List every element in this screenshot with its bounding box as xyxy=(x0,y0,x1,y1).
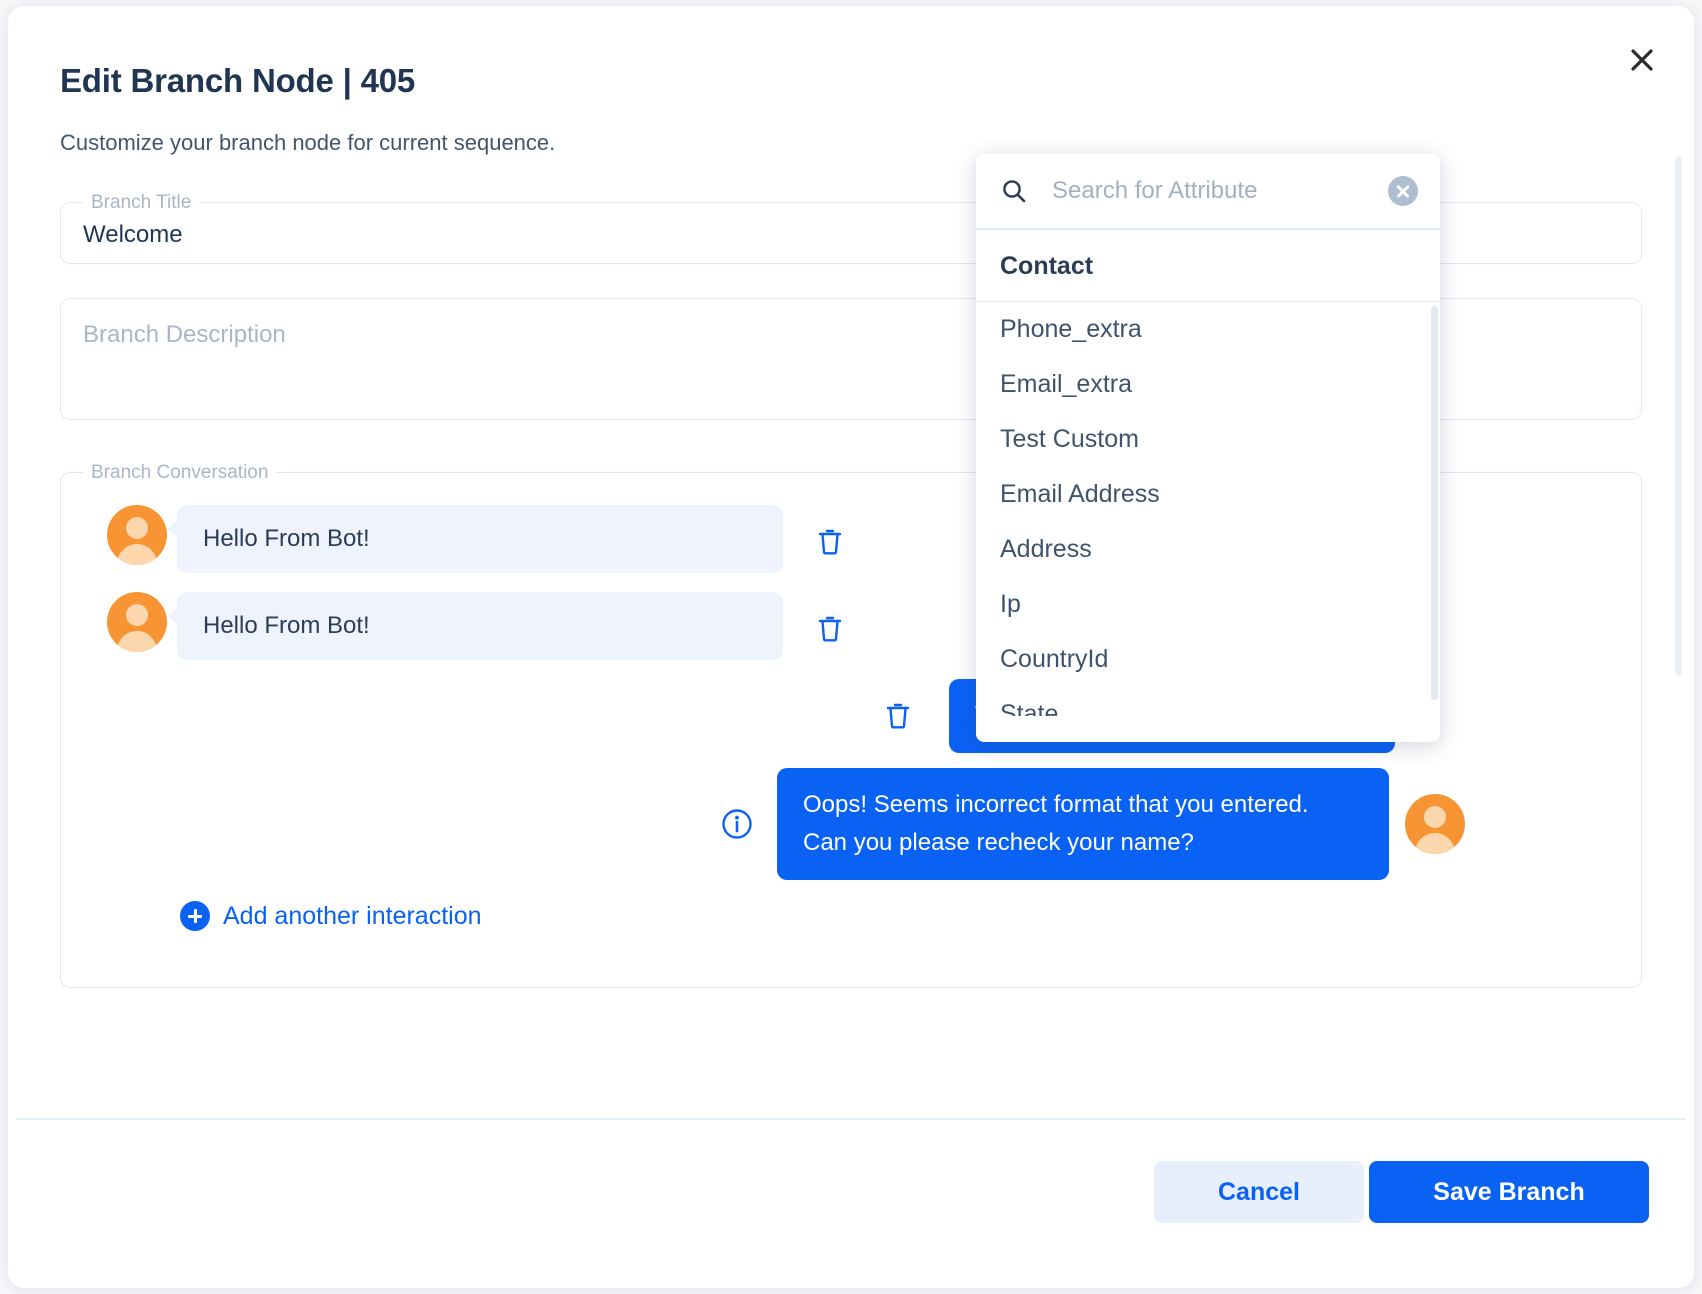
trash-icon xyxy=(886,703,910,729)
attribute-list-item[interactable]: State xyxy=(976,687,1440,716)
attribute-dropdown-panel: Contact Phone_extra Email_extra Test Cus… xyxy=(976,154,1440,742)
branch-description-placeholder: Branch Description xyxy=(83,321,286,348)
close-dialog-button[interactable] xyxy=(1620,38,1664,82)
plus-circle-icon xyxy=(180,901,210,931)
close-icon xyxy=(1631,49,1653,71)
save-branch-button[interactable]: Save Branch xyxy=(1369,1161,1649,1223)
page-background: Edit Branch Node | 405 Customize your br… xyxy=(0,0,1702,1294)
clear-search-icon[interactable] xyxy=(1388,176,1418,206)
attribute-list[interactable]: Phone_extra Email_extra Test Custom Emai… xyxy=(976,302,1440,716)
chat-message-row: Hello From Bot! xyxy=(107,505,847,573)
add-another-interaction-button[interactable]: Add another interaction xyxy=(180,901,482,931)
attribute-search-input[interactable] xyxy=(1050,176,1388,206)
bot-message-bubble[interactable]: Hello From Bot! xyxy=(166,592,784,660)
cancel-button[interactable]: Cancel xyxy=(1154,1161,1364,1223)
attribute-list-item[interactable]: Email Address xyxy=(976,467,1440,522)
branch-title-value: Welcome xyxy=(83,221,183,248)
chat-message-row: Oops! Seems incorrect format that you en… xyxy=(721,768,1465,880)
attribute-list-item[interactable]: Ip xyxy=(976,577,1440,632)
bot-message-text: Hello From Bot! xyxy=(203,612,370,639)
delete-message-button[interactable] xyxy=(813,523,847,561)
trash-icon xyxy=(818,529,842,555)
attribute-list-item[interactable]: Test Custom xyxy=(976,412,1440,467)
attribute-search-row xyxy=(976,154,1440,228)
edit-branch-node-dialog: Edit Branch Node | 405 Customize your br… xyxy=(8,6,1694,1288)
bot-message-bubble[interactable]: Hello From Bot! xyxy=(166,505,784,573)
trash-icon xyxy=(818,616,842,642)
page-title: Edit Branch Node | 405 xyxy=(60,62,416,99)
bot-avatar xyxy=(1405,794,1465,854)
attribute-list-item[interactable]: Address xyxy=(976,522,1440,577)
delete-message-button[interactable] xyxy=(881,697,915,735)
delete-message-button[interactable] xyxy=(813,610,847,648)
bot-avatar xyxy=(107,505,167,565)
attribute-list-scrollbar[interactable] xyxy=(1431,306,1438,700)
search-icon xyxy=(1003,180,1026,203)
attribute-list-item[interactable]: Email_extra xyxy=(976,357,1440,412)
attribute-group-title: Contact xyxy=(1000,251,1094,280)
chat-message-row: Hello From Bot! xyxy=(107,592,847,660)
add-another-interaction-label: Add another interaction xyxy=(223,901,482,930)
attribute-list-item[interactable]: Phone_extra xyxy=(976,302,1440,357)
attribute-list-item[interactable]: CountryId xyxy=(976,632,1440,687)
bot-message-text: Hello From Bot! xyxy=(203,525,370,552)
error-message-line-2: Can you please recheck your name? xyxy=(803,829,1194,856)
bot-avatar xyxy=(107,592,167,652)
dialog-scrollbar[interactable] xyxy=(1675,156,1682,676)
info-icon[interactable] xyxy=(721,808,753,840)
error-message-line-1: Oops! Seems incorrect format that you en… xyxy=(803,791,1309,818)
footer-divider xyxy=(16,1118,1686,1120)
page-subtitle: Customize your branch node for current s… xyxy=(60,130,556,155)
branch-title-label: Branch Title xyxy=(83,190,200,216)
error-message-bubble[interactable]: Oops! Seems incorrect format that you en… xyxy=(777,768,1389,880)
